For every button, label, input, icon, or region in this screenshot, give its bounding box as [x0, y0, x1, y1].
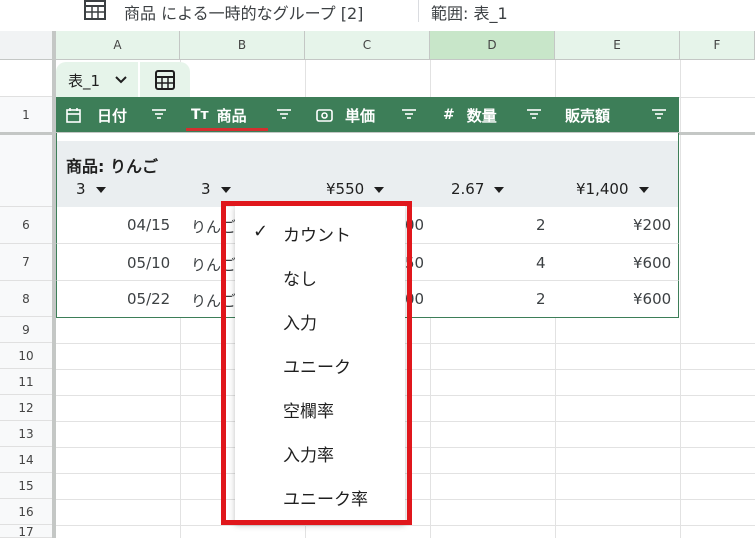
chevron-down-icon [114, 68, 128, 91]
dropdown-arrow-icon [494, 186, 505, 193]
cell-sales[interactable]: ¥200 [633, 216, 671, 234]
cell-date[interactable]: 05/22 [127, 290, 170, 308]
select-all-corner[interactable] [0, 31, 56, 60]
header-label: 数量 [466, 106, 497, 125]
table-icon [84, 0, 106, 20]
aggregate-sales[interactable]: ¥1,400 [576, 180, 649, 198]
aggregate-product[interactable]: 3 [201, 180, 231, 198]
group-title: 商品: りんご [66, 157, 158, 176]
cell-date[interactable]: 04/15 [127, 216, 170, 234]
header-label: 商品 [216, 106, 247, 125]
column-header-b[interactable]: B [180, 31, 305, 60]
header-price[interactable]: 単価 [316, 97, 375, 133]
header-label: 単価 [345, 106, 376, 125]
money-icon [316, 108, 333, 122]
cell-quantity[interactable]: 2 [536, 216, 546, 234]
header-label: 販売額 [565, 106, 611, 125]
range-text[interactable]: 範囲: 表_1 [431, 0, 508, 24]
row-header-9[interactable]: 9 [0, 317, 52, 343]
table-gap [56, 133, 679, 141]
cell-quantity[interactable]: 4 [536, 254, 546, 272]
highlight-box [221, 201, 412, 525]
grid-line [56, 525, 755, 526]
header-quantity[interactable]: # 数量 [443, 97, 497, 133]
cell-sales[interactable]: ¥600 [633, 290, 671, 308]
text-type-icon: Tт [191, 107, 209, 123]
column-header-c[interactable]: C [305, 31, 430, 60]
cell-sales[interactable]: ¥600 [633, 254, 671, 272]
table-name-tab[interactable]: 表_1 [56, 62, 138, 97]
row-header-16[interactable]: 16 [0, 499, 52, 525]
row-header-7[interactable]: 7 [0, 244, 52, 281]
group-title-text: 商品 による一時的なグループ [2] [124, 4, 364, 23]
row-header-15[interactable]: 15 [0, 473, 52, 499]
row-header-11[interactable]: 11 [0, 369, 52, 395]
calculator-button[interactable] [140, 62, 190, 97]
aggregate-price[interactable]: ¥550 [326, 180, 385, 198]
row-header-13[interactable]: 13 [0, 421, 52, 447]
row-header-12[interactable]: 12 [0, 395, 52, 421]
header-sales[interactable]: 販売額 [565, 97, 610, 133]
dropdown-arrow-icon [374, 186, 385, 193]
column-header-d[interactable]: D [430, 31, 555, 60]
column-header-f[interactable]: F [680, 31, 755, 60]
dropdown-arrow-icon [95, 186, 106, 193]
filter-icon[interactable] [400, 105, 418, 123]
calendar-icon [66, 107, 81, 123]
dropdown-arrow-icon [220, 186, 231, 193]
divider [418, 0, 419, 22]
row-header-17[interactable]: 17 [0, 525, 52, 539]
row-header-14[interactable]: 14 [0, 447, 52, 473]
calculator-icon [155, 70, 175, 90]
header-label: 日付 [97, 106, 128, 125]
top-bar: 商品 による一時的なグループ [2] 範囲: 表_1 [0, 0, 755, 31]
aggregate-date[interactable]: 3 [76, 180, 106, 198]
cell-quantity[interactable]: 2 [536, 290, 546, 308]
column-header-a[interactable]: A [56, 31, 180, 60]
number-type-icon: # [443, 107, 455, 123]
column-header-e[interactable]: E [555, 31, 680, 60]
dropdown-arrow-icon [638, 186, 649, 193]
table-name: 表_1 [68, 72, 101, 90]
row-header-6[interactable]: 6 [0, 207, 52, 244]
active-group-underline [186, 128, 268, 131]
filter-icon[interactable] [650, 105, 668, 123]
cell-date[interactable]: 05/10 [127, 254, 170, 272]
aggregate-quantity[interactable]: 2.67 [451, 180, 505, 198]
row-header-1[interactable]: 1 [0, 97, 52, 133]
filter-icon[interactable] [150, 105, 168, 123]
header-date[interactable]: 日付 [66, 97, 127, 133]
row-header-10[interactable]: 10 [0, 343, 52, 369]
filter-icon[interactable] [525, 105, 543, 123]
row-header-8[interactable]: 8 [0, 281, 52, 317]
filter-icon[interactable] [275, 105, 293, 123]
row-header-group [0, 135, 52, 207]
row-header-blank [0, 60, 52, 97]
